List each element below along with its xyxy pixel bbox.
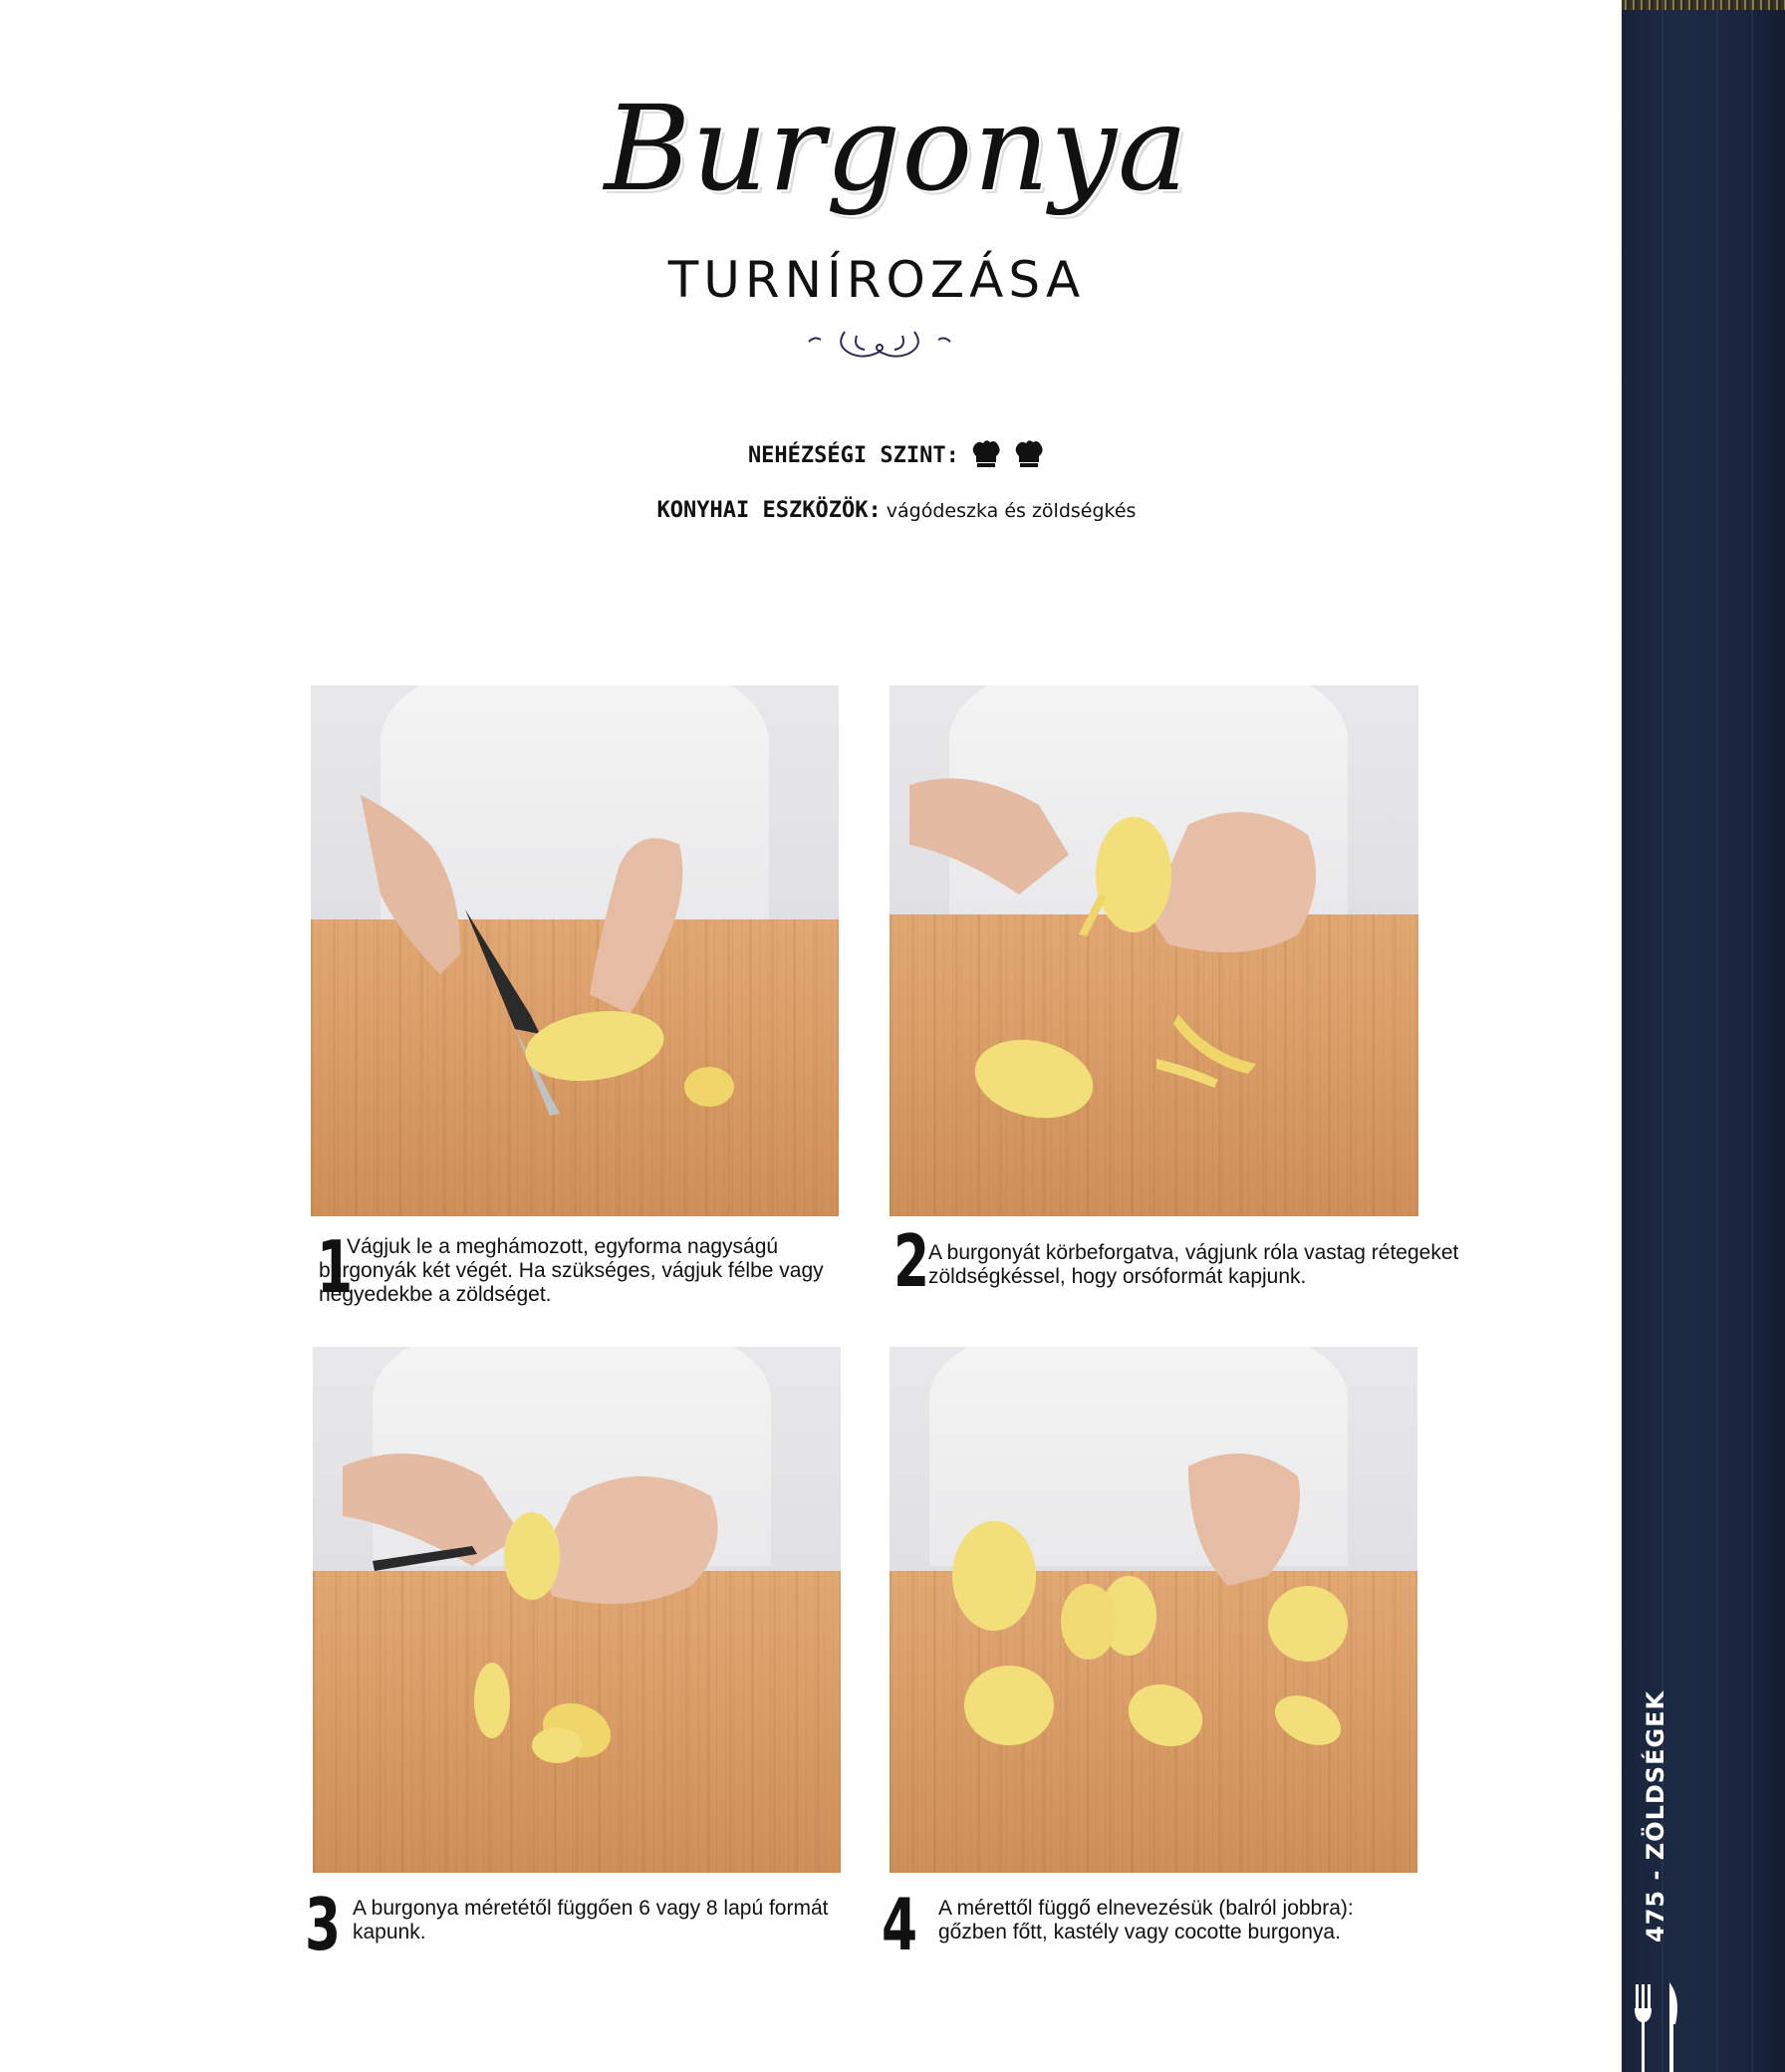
difficulty-row: NEHÉZSÉGI SZINT: xyxy=(498,438,1295,468)
step-2-number: 2 xyxy=(893,1219,930,1303)
side-band-texture xyxy=(1751,0,1753,2072)
side-band-texture xyxy=(1716,0,1718,2072)
side-band-top-strip xyxy=(1622,0,1785,10)
step-2-illustration xyxy=(909,778,1316,1119)
step-3-illustration xyxy=(343,1453,718,1763)
step-4-text: A mérettől függő elnevezésük (balról job… xyxy=(938,1897,1354,1943)
step-2-photo xyxy=(890,685,1418,1216)
step-3-text: A burgonya méretétől függően 6 vagy 8 la… xyxy=(353,1897,829,1943)
step-4-illustration xyxy=(952,1453,1348,1747)
cutlery-icon xyxy=(1635,1982,1677,2072)
chef-hat-icon xyxy=(1015,440,1043,467)
tools-row: KONYHAI ESZKÖZÖK: vágódeszka és zöldségk… xyxy=(498,498,1295,523)
step-1-illustration xyxy=(361,795,734,1116)
recipe-title-script: Burgonya xyxy=(604,80,1189,217)
tools-label: KONYHAI ESZKÖZÖK: xyxy=(656,498,882,523)
step-1-text: Vágjuk le a meghámozott, egyforma nagysá… xyxy=(319,1235,824,1306)
section-label: 475 - ZÖLDSÉGEK xyxy=(1642,1689,1669,1942)
step-3-number: 3 xyxy=(305,1883,342,1966)
step-4-number: 4 xyxy=(882,1883,918,1966)
step-3-photo xyxy=(313,1347,841,1873)
chef-hat-icon xyxy=(972,440,1000,467)
difficulty-label: NEHÉZSÉGI SZINT: xyxy=(747,443,959,468)
step-1-photo xyxy=(311,685,839,1216)
tools-value: vágódeszka és zöldségkés xyxy=(886,500,1137,522)
step-4-photo xyxy=(890,1347,1417,1873)
recipe-title-subtitle: TURNÍROZÁSA xyxy=(667,251,1086,309)
step-2-text: A burgonyát körbeforgatva, vágjunk róla … xyxy=(928,1241,1459,1288)
title-flourish-ornament xyxy=(808,331,951,358)
